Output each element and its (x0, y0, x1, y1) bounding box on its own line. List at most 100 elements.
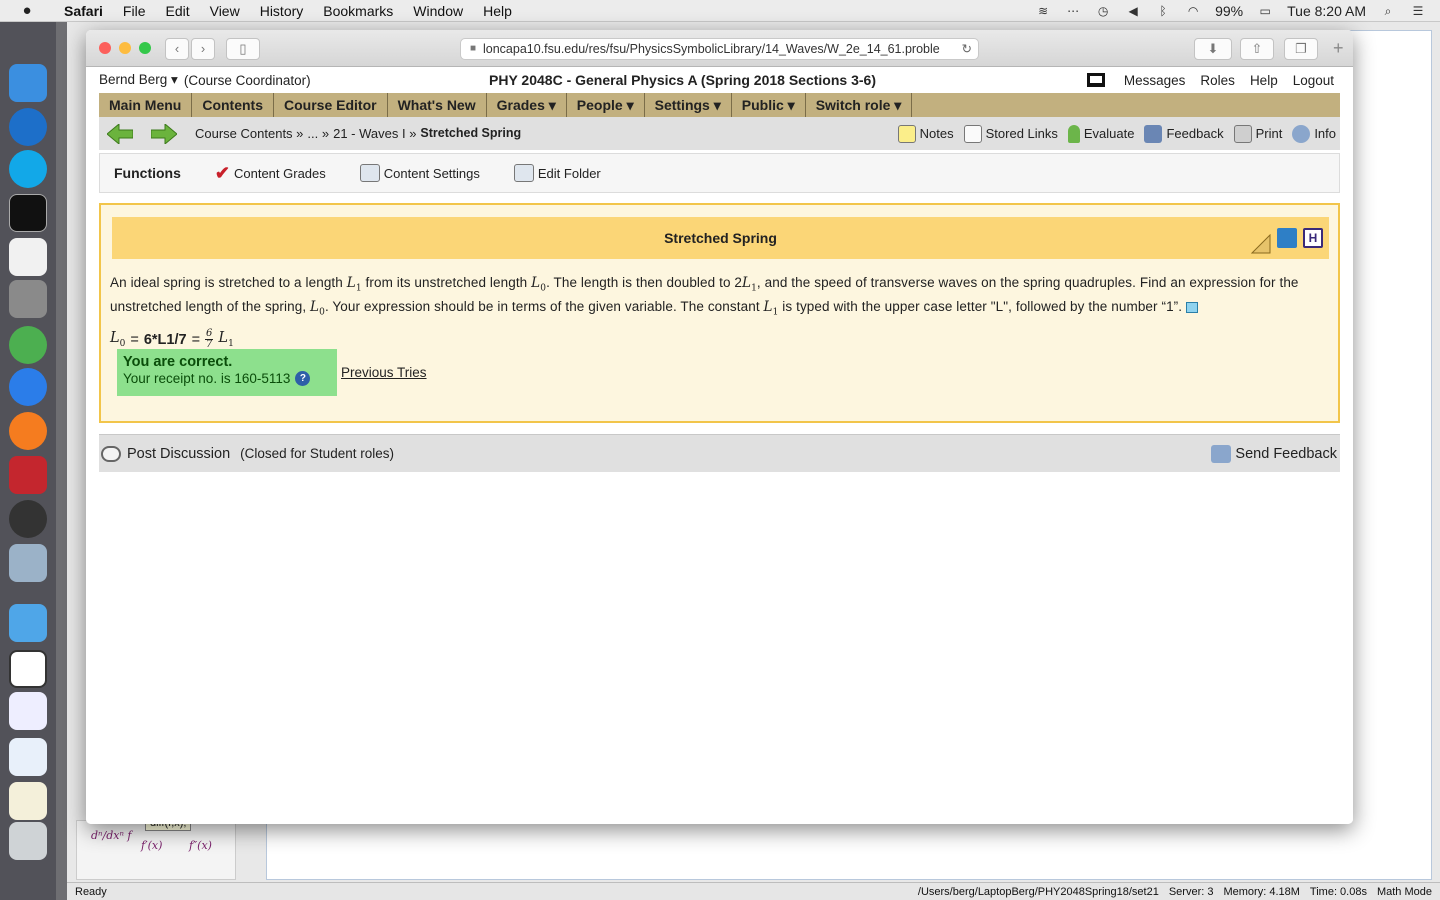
math-L0-answer: L0 (110, 330, 126, 349)
menu-help[interactable]: Help (473, 3, 522, 19)
forward-button[interactable]: › (191, 38, 215, 60)
menu-file[interactable]: File (113, 3, 156, 19)
print-tool[interactable]: Print (1233, 124, 1282, 143)
user-menu[interactable]: Bernd Berg ▾ (99, 72, 178, 88)
send-feedback-icon (1211, 444, 1232, 463)
ruler-icon[interactable] (1250, 228, 1271, 254)
nav-course-editor[interactable]: Course Editor (274, 93, 388, 117)
math-L1-answer: L1 (218, 330, 234, 349)
nav-whats-new[interactable]: What's New (388, 93, 487, 117)
roles-link[interactable]: Roles (1200, 73, 1235, 88)
feedback-tool[interactable]: Feedback (1144, 124, 1224, 143)
new-tab-icon[interactable]: + (1333, 38, 1344, 59)
palette-fdoubleprime[interactable]: f″(x) (189, 839, 212, 852)
breadcrumb: Course Contents » ... » 21 - Waves I » S… (195, 126, 521, 141)
document-thumbnail-2-icon[interactable] (9, 738, 47, 776)
terminal-icon[interactable] (9, 194, 47, 232)
post-discussion-button[interactable]: Post Discussion (101, 445, 230, 462)
sidebar-toggle-icon[interactable]: ▯ (226, 38, 260, 60)
notes-tool[interactable]: Notes (897, 124, 954, 143)
document-thumbnail-3-icon[interactable] (9, 782, 47, 820)
activity-icon[interactable]: ⋯ (1065, 5, 1081, 17)
skype-icon[interactable] (9, 150, 47, 188)
palette-derivative[interactable]: dⁿ/dxⁿ f (91, 829, 131, 842)
airdrop-icon[interactable]: ≋ (1035, 5, 1051, 17)
previous-resource-icon[interactable] (106, 122, 134, 145)
trash-icon[interactable] (9, 822, 47, 860)
math-L1: L1 (346, 275, 362, 294)
time-machine-icon[interactable]: ◷ (1095, 5, 1111, 17)
clock[interactable]: Tue 8:20 AM (1287, 3, 1366, 19)
mail-icon[interactable] (1277, 228, 1297, 248)
receipt-help-icon[interactable]: ? (295, 371, 311, 386)
nav-public[interactable]: Public ▾ (732, 93, 806, 117)
crumb-waves[interactable]: 21 - Waves I » (333, 126, 416, 141)
window-thumbnail-icon[interactable] (9, 650, 47, 688)
crumb-course-contents[interactable]: Course Contents » (195, 126, 303, 141)
menu-window[interactable]: Window (403, 3, 473, 19)
bluetooth-icon[interactable]: ᛒ (1155, 5, 1171, 17)
minimize-window-button[interactable] (119, 42, 131, 54)
help-link[interactable]: Help (1250, 73, 1278, 88)
preview-icon[interactable] (9, 544, 47, 582)
firefox-icon[interactable] (9, 412, 47, 450)
xquartz-icon[interactable] (9, 500, 47, 538)
document-thumbnail-icon[interactable] (9, 692, 47, 730)
finder-icon[interactable] (9, 64, 47, 102)
calculator-icon[interactable] (9, 280, 47, 318)
correct-message: You are correct. (123, 354, 233, 370)
logout-link[interactable]: Logout (1293, 73, 1334, 88)
address-bar[interactable]: ■ loncapa10.fsu.edu/res/fsu/PhysicsSymbo… (460, 38, 979, 60)
menu-view[interactable]: View (200, 3, 250, 19)
close-window-button[interactable] (99, 42, 111, 54)
reload-icon[interactable]: ↻ (957, 39, 972, 59)
problem-text-e: . Your expression should be in terms of … (324, 298, 760, 314)
menu-edit[interactable]: Edit (155, 3, 199, 19)
thunderbird-icon[interactable] (9, 108, 47, 146)
nav-main-menu[interactable]: Main Menu (99, 93, 193, 117)
problem-text-f: is typed with the upper case letter "L",… (782, 298, 1183, 314)
content-grades-button[interactable]: ✔ Content Grades (215, 163, 326, 184)
resource-tools: Notes Stored Links Evaluate Feedback Pri… (897, 124, 1340, 143)
info-tool[interactable]: Info (1292, 124, 1336, 143)
nav-switch-role[interactable]: Switch role ▾ (806, 93, 913, 117)
apple-icon[interactable]: ● (0, 2, 54, 19)
palette-fprime[interactable]: f′(x) (141, 839, 162, 852)
maple-icon[interactable] (9, 456, 47, 494)
chrome-icon[interactable] (9, 326, 47, 364)
menu-app-safari[interactable]: Safari (54, 3, 113, 19)
nav-settings[interactable]: Settings ▾ (645, 93, 732, 117)
menu-bookmarks[interactable]: Bookmarks (313, 3, 403, 19)
spotlight-icon[interactable]: ⌕ (1380, 5, 1396, 17)
battery-icon[interactable]: ▭ (1257, 5, 1273, 17)
crumb-ellipsis[interactable]: ... » (307, 126, 329, 141)
note-icon[interactable] (1186, 301, 1198, 313)
share-icon[interactable]: ⇧ (1240, 38, 1274, 60)
tabs-overview-icon[interactable]: ❐ (1284, 38, 1318, 60)
textedit-icon[interactable] (9, 238, 47, 276)
downloads-folder-icon[interactable] (9, 604, 47, 642)
web-page: Bernd Berg ▾ (Course Coordinator) PHY 20… (86, 67, 1353, 824)
content-settings-button[interactable]: Content Settings (359, 164, 480, 182)
messages-icon[interactable] (1086, 73, 1105, 87)
next-resource-icon[interactable] (150, 122, 178, 145)
volume-icon[interactable]: ◀ (1125, 5, 1141, 17)
notification-center-icon[interactable]: ☰ (1410, 5, 1426, 17)
evaluate-tool[interactable]: Evaluate (1067, 124, 1134, 143)
wifi-icon[interactable]: ◠ (1185, 5, 1201, 17)
nav-contents[interactable]: Contents (192, 93, 275, 117)
messages-link[interactable]: Messages (1124, 73, 1186, 88)
menu-history[interactable]: History (250, 3, 314, 19)
downloads-icon[interactable]: ⬇ (1194, 38, 1232, 60)
safari-icon[interactable] (9, 368, 47, 406)
zoom-window-button[interactable] (139, 42, 151, 54)
send-feedback-button[interactable]: Send Feedback (1211, 444, 1340, 463)
nav-people[interactable]: People ▾ (567, 93, 645, 117)
stored-links-tool[interactable]: Stored Links (963, 124, 1058, 143)
back-button[interactable]: ‹ (165, 38, 189, 60)
battery-percent[interactable]: 99% (1215, 3, 1243, 19)
help-h-icon[interactable]: H (1303, 228, 1323, 248)
edit-folder-button[interactable]: Edit Folder (513, 164, 601, 182)
nav-grades[interactable]: Grades ▾ (487, 93, 567, 117)
previous-tries-link[interactable]: Previous Tries (341, 365, 427, 380)
